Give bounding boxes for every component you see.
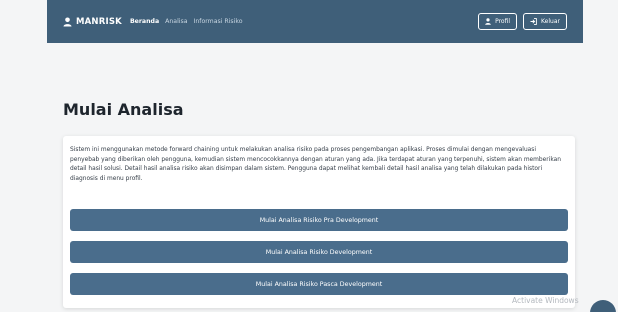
navbar: MANRISK Beranda Analisa Informasi Risiko…	[47, 0, 583, 43]
brand-logo[interactable]: MANRISK	[63, 17, 122, 27]
logout-label: Keluar	[541, 18, 560, 25]
start-development-button[interactable]: Mulai Analisa Risiko Development	[70, 241, 568, 263]
nav-link-beranda[interactable]: Beranda	[130, 18, 159, 25]
analysis-buttons: Mulai Analisa Risiko Pra Development Mul…	[70, 209, 568, 305]
start-pasca-development-button[interactable]: Mulai Analisa Risiko Pasca Development	[70, 273, 568, 295]
logout-button[interactable]: Keluar	[523, 13, 567, 30]
profile-button[interactable]: Profil	[478, 13, 518, 30]
nav-links: Beranda Analisa Informasi Risiko	[130, 18, 243, 25]
user-icon	[485, 18, 491, 25]
page-title: Mulai Analisa	[63, 100, 184, 119]
logout-icon	[530, 18, 537, 25]
scroll-top-button[interactable]	[590, 300, 616, 312]
user-icon	[63, 17, 72, 27]
start-pra-development-button[interactable]: Mulai Analisa Risiko Pra Development	[70, 209, 568, 231]
analysis-card: Sistem ini menggunakan metode forward ch…	[63, 136, 575, 308]
brand-name: MANRISK	[76, 16, 122, 27]
nav-actions: Profil Keluar	[478, 13, 567, 30]
description-text: Sistem ini menggunakan metode forward ch…	[70, 147, 561, 182]
profile-label: Profil	[495, 18, 511, 25]
activate-windows-watermark: Activate Windows	[512, 296, 579, 305]
nav-link-informasi-risiko[interactable]: Informasi Risiko	[194, 18, 243, 25]
nav-link-analisa[interactable]: Analisa	[165, 18, 187, 25]
